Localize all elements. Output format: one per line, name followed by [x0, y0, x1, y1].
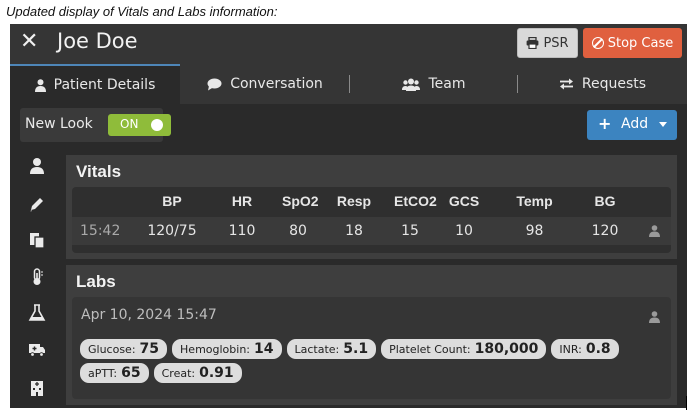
- col-header: HR: [231, 193, 253, 209]
- tab-label: Requests: [581, 76, 647, 92]
- lab-chip: Lactate: 5.1: [286, 339, 377, 359]
- chat-icon: [207, 78, 222, 90]
- lab-value: 0.91: [199, 365, 234, 381]
- new-look-label: New Look: [25, 116, 93, 132]
- lab-chip: Hemoglobin: 14: [172, 339, 282, 359]
- lab-value: 0.8: [585, 341, 611, 357]
- col-header: GCS: [448, 193, 480, 209]
- header-spacer: [72, 193, 142, 213]
- tab-team[interactable]: Team: [350, 64, 518, 104]
- labs-timestamp: Apr 10, 2024 15:47: [81, 307, 217, 323]
- col-header: EtCO2: [394, 193, 437, 209]
- lab-value: 75: [139, 341, 160, 357]
- lab-name: Platelet Count:: [389, 343, 471, 356]
- clipboard-icon[interactable]: [28, 231, 46, 249]
- close-icon[interactable]: ✕: [20, 29, 38, 54]
- chevron-down-icon[interactable]: [659, 122, 667, 127]
- tab-label: Patient Details: [53, 77, 156, 93]
- vitals-header-row: BP HR SpO2 Resp EtCO2 GCS Temp BG: [72, 193, 671, 213]
- psr-label: PSR: [543, 35, 569, 51]
- app-window: ✕ Joe Doe PSR Stop Case Patient Details …: [10, 24, 687, 408]
- lab-chip: INR: 0.8: [551, 339, 619, 359]
- vitals-row: 15:42 120/75 110 80 18 15 10 98 120: [72, 217, 671, 245]
- vital-value: 15: [401, 223, 419, 239]
- new-look-toggle[interactable]: ON: [108, 114, 171, 136]
- stop-case-label: Stop Case: [607, 35, 674, 51]
- psr-button[interactable]: PSR: [517, 28, 578, 58]
- lab-value: 180,000: [474, 341, 539, 357]
- plus-icon: +: [598, 114, 612, 133]
- vital-value: 98: [525, 223, 544, 239]
- tab-patient-details[interactable]: Patient Details: [10, 64, 180, 104]
- stop-case-button[interactable]: Stop Case: [583, 28, 682, 58]
- vitals-panel: Vitals BP HR SpO2 Resp EtCO2 GCS Temp BG…: [66, 155, 677, 259]
- lab-name: Creat:: [161, 367, 196, 380]
- header-bar: ✕ Joe Doe PSR Stop Case: [10, 24, 687, 64]
- vitals-time: 15:42: [80, 223, 121, 239]
- vital-value: 80: [289, 223, 307, 239]
- tab-conversation[interactable]: Conversation: [180, 64, 350, 104]
- user-icon[interactable]: [649, 311, 660, 323]
- print-icon: [527, 37, 539, 49]
- lab-name: INR:: [559, 343, 582, 356]
- lab-results: Glucose: 75 Hemoglobin: 14 Lactate: 5.1 Pla…: [80, 339, 640, 383]
- lab-value: 14: [254, 341, 274, 357]
- exchange-icon: [559, 78, 573, 90]
- labs-panel: Labs Apr 10, 2024 15:47 Glucose: 75 Hemog…: [66, 265, 677, 405]
- add-button[interactable]: + Add: [587, 110, 677, 140]
- thermometer-icon[interactable]: [28, 268, 46, 286]
- ambulance-icon[interactable]: [28, 340, 46, 358]
- user-icon[interactable]: [28, 157, 46, 175]
- lab-name: Glucose:: [88, 343, 136, 356]
- tab-label: Team: [428, 76, 466, 92]
- caption: Updated display of Vitals and Labs infor…: [6, 4, 278, 19]
- lab-chip: Glucose: 75: [80, 339, 168, 359]
- lab-value: 5.1: [343, 341, 369, 357]
- lab-name: aPTT:: [88, 367, 118, 380]
- vital-value: 110: [228, 223, 256, 239]
- team-icon: [402, 78, 421, 91]
- lab-chip: Creat: 0.91: [153, 363, 242, 383]
- user-icon: [34, 78, 46, 92]
- col-header: Resp: [336, 193, 372, 209]
- vital-value: 18: [345, 223, 363, 239]
- hospital-icon[interactable]: [28, 378, 46, 396]
- flask-icon[interactable]: [28, 304, 46, 322]
- ban-icon: [591, 37, 604, 49]
- vitals-table: BP HR SpO2 Resp EtCO2 GCS Temp BG 15:42 …: [72, 187, 671, 253]
- labs-entry: Apr 10, 2024 15:47 Glucose: 75 Hemoglobin…: [72, 297, 671, 399]
- text-cursor: [686, 396, 687, 410]
- col-header: BP: [162, 193, 182, 209]
- lab-chip: aPTT: 65: [80, 363, 149, 383]
- lab-value: 65: [121, 365, 141, 381]
- user-icon[interactable]: [649, 225, 660, 237]
- tab-bar: Patient Details Conversation Team Reques…: [10, 64, 687, 104]
- lab-name: Lactate:: [294, 343, 340, 356]
- col-header: SpO2: [282, 193, 319, 209]
- col-header: BG: [594, 193, 616, 209]
- lab-name: Hemoglobin:: [180, 343, 251, 356]
- col-header: Temp: [516, 193, 553, 209]
- lab-chip: Platelet Count: 180,000: [381, 339, 547, 359]
- labs-title: Labs: [76, 272, 116, 291]
- add-label: Add: [621, 116, 649, 132]
- new-look-control: New Look ON: [20, 108, 171, 142]
- toggle-state: ON: [120, 117, 139, 131]
- vital-value: 120: [591, 223, 619, 239]
- vitals-title: Vitals: [76, 162, 122, 181]
- pencil-icon[interactable]: [28, 195, 46, 213]
- vital-value: 10: [455, 223, 473, 239]
- tab-requests[interactable]: Requests: [518, 64, 687, 104]
- vital-value: 120/75: [147, 223, 197, 239]
- tab-label: Conversation: [230, 76, 323, 92]
- patient-name: Joe Doe: [57, 29, 138, 53]
- toggle-knob: [151, 119, 163, 131]
